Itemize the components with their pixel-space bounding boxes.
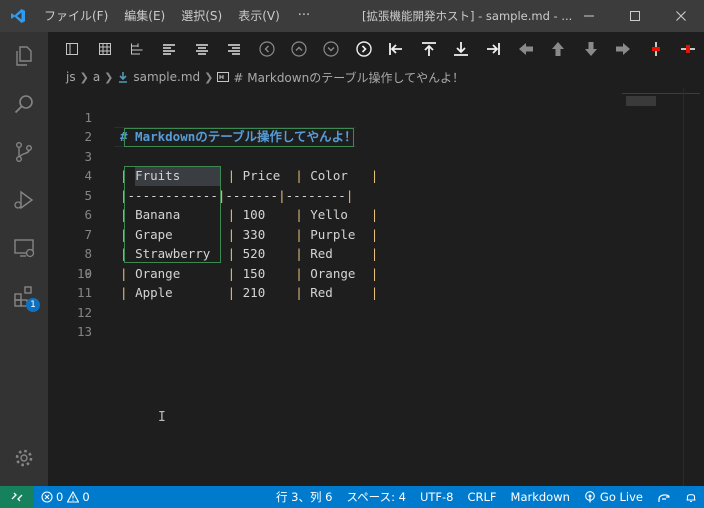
symbol-heading-icon	[217, 71, 230, 83]
status-bar: 0 0 行 3、列 6 スペース: 4 UTF-8 CRLF Markdown …	[0, 486, 704, 508]
restore-icon[interactable]	[612, 0, 658, 32]
line-number: 12	[76, 304, 92, 320]
activity-bar: 1	[0, 32, 48, 486]
vscode-logo-icon[interactable]	[0, 0, 36, 32]
error-count: 0	[56, 490, 64, 504]
table-grid-icon[interactable]	[88, 32, 120, 66]
remote-indicator-icon[interactable]	[0, 486, 34, 508]
remote-explorer-icon[interactable]	[0, 224, 48, 272]
editor[interactable]: 1 # Markdownのテーブル操作してやんよ！ 2 3 | Fruits |…	[48, 88, 704, 486]
line-number: 10	[76, 265, 92, 281]
editor-line: 2	[48, 108, 648, 144]
move-to-end-icon[interactable]	[477, 32, 509, 66]
encoding[interactable]: UTF-8	[413, 486, 461, 508]
editor-line: 1 # Markdownのテーブル操作してやんよ！	[48, 88, 648, 145]
insert-row-icon[interactable]	[672, 32, 704, 66]
extensions-icon[interactable]: 1	[0, 272, 48, 320]
editor-line: 11	[48, 283, 648, 303]
problems-indicator[interactable]: 0 0	[34, 486, 97, 508]
indentation[interactable]: スペース: 4	[339, 486, 412, 508]
explorer-icon[interactable]	[0, 32, 48, 80]
breadcrumb-item-js[interactable]: js	[66, 70, 76, 84]
column-selection-box	[124, 166, 221, 263]
warning-count: 0	[82, 490, 90, 504]
manage-gear-icon[interactable]	[0, 434, 48, 482]
arrow-up-icon[interactable]	[542, 32, 574, 66]
table-toolbar	[48, 32, 704, 66]
arrow-down-icon[interactable]	[575, 32, 607, 66]
minimize-icon[interactable]	[566, 0, 612, 32]
move-to-top-icon[interactable]	[412, 32, 444, 66]
align-left-icon[interactable]	[153, 32, 185, 66]
insert-column-icon[interactable]	[639, 32, 671, 66]
move-to-start-icon[interactable]	[380, 32, 412, 66]
cursor-position[interactable]: 行 3、列 6	[269, 486, 339, 508]
go-live-button[interactable]: Go Live	[577, 486, 650, 508]
menu-selection[interactable]: 選択(S)	[173, 0, 230, 32]
menu-bar: ファイル(F) 編集(E) 選択(S) 表示(V) ···	[36, 0, 320, 32]
search-icon[interactable]	[0, 80, 48, 128]
breadcrumb: js ❯ a ❯ sample.md ❯ # Markdownのテーブル操作して…	[48, 66, 704, 88]
arrow-right-icon[interactable]	[607, 32, 639, 66]
circle-left-icon[interactable]	[250, 32, 282, 66]
chevron-right-icon: ❯	[104, 70, 114, 84]
move-to-bottom-icon[interactable]	[445, 32, 477, 66]
editor-line: 13	[48, 322, 648, 342]
editor-line: 10	[48, 264, 648, 284]
table-separator-row: 4 |------------|-------|--------|	[48, 147, 648, 203]
breadcrumb-item-heading[interactable]: # Markdownのテーブル操作してやんよ！	[233, 69, 464, 86]
end-of-line[interactable]: CRLF	[460, 486, 503, 508]
breadcrumb-item-file[interactable]: sample.md	[133, 70, 200, 84]
menu-file[interactable]: ファイル(F)	[36, 0, 116, 32]
extensions-badge: 1	[26, 298, 40, 312]
align-right-icon[interactable]	[218, 32, 250, 66]
header-selection-box	[124, 128, 354, 147]
language-mode[interactable]: Markdown	[504, 486, 577, 508]
text-cursor-icon: I	[158, 410, 166, 425]
arrow-left-icon[interactable]	[510, 32, 542, 66]
markdown-file-icon	[117, 71, 129, 83]
editor-line: 12	[48, 303, 648, 323]
menu-view[interactable]: 表示(V)	[230, 0, 288, 32]
scrollbar-track[interactable]	[683, 88, 684, 486]
chevron-right-icon: ❯	[204, 70, 214, 84]
chevron-right-icon: ❯	[79, 70, 89, 84]
breadcrumb-item-a[interactable]: a	[93, 70, 100, 84]
line-number: 13	[76, 324, 92, 339]
warning-icon	[67, 491, 80, 503]
circle-down-icon[interactable]	[315, 32, 347, 66]
broadcast-icon	[585, 491, 595, 503]
window-controls	[566, 0, 704, 32]
circle-right-icon[interactable]	[348, 32, 380, 66]
circle-up-icon[interactable]	[283, 32, 315, 66]
run-debug-icon[interactable]	[0, 176, 48, 224]
align-center-icon[interactable]	[186, 32, 218, 66]
menu-more-button[interactable]: ···	[288, 0, 320, 32]
notifications-icon[interactable]	[678, 486, 704, 508]
go-live-label: Go Live	[599, 490, 643, 504]
feedback-icon[interactable]	[650, 486, 678, 508]
title-bar: ファイル(F) 編集(E) 選択(S) 表示(V) ··· [拡張機能開発ホスト…	[0, 0, 704, 32]
format-table-icon[interactable]	[56, 32, 88, 66]
line-number: 11	[76, 285, 92, 300]
table-column-icon[interactable]	[121, 32, 153, 66]
error-icon	[41, 491, 53, 503]
window-title: [拡張機能開発ホスト] - sample.md - ...	[362, 9, 573, 23]
menu-edit[interactable]: 編集(E)	[116, 0, 173, 32]
close-icon[interactable]	[658, 0, 704, 32]
source-control-icon[interactable]	[0, 128, 48, 176]
